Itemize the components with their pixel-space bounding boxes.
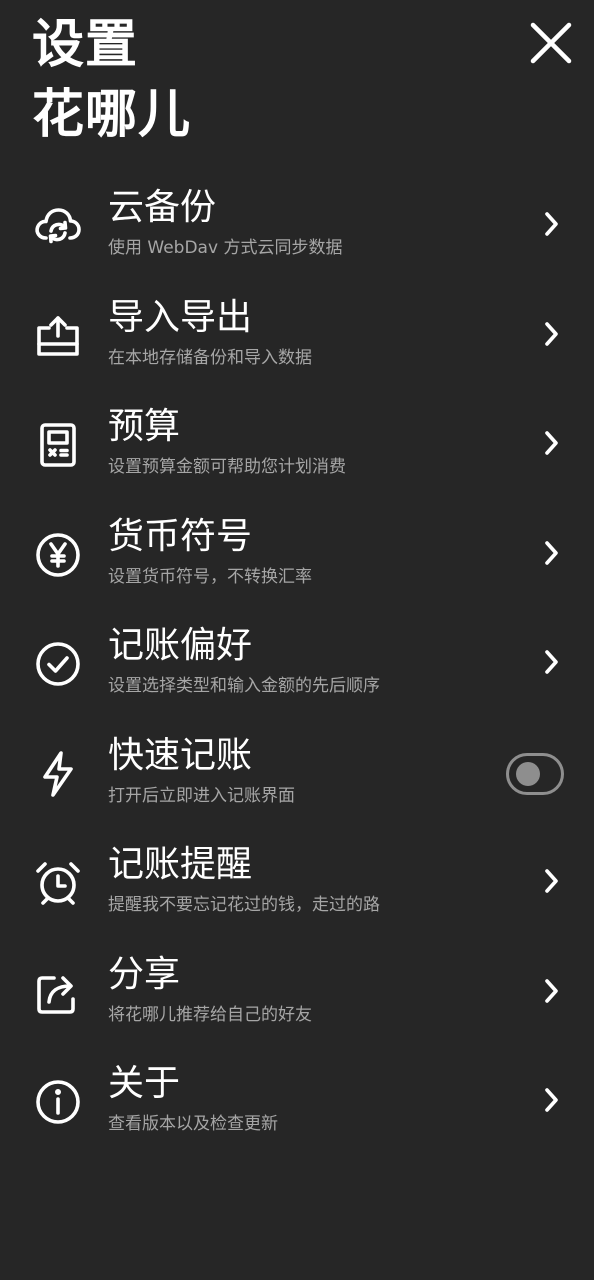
page-title: 设置 <box>32 15 139 75</box>
settings-item-description: 在本地存储备份和导入数据 <box>108 347 312 368</box>
settings-item-label: 货币符号 <box>108 515 253 557</box>
check-circle-icon <box>34 640 82 688</box>
page-header: 设置 花哪儿 <box>32 10 191 150</box>
settings-item-bookkeeping-reminder[interactable]: 记账提醒 提醒我不要忘记花过的钱，走过的路 <box>0 826 594 936</box>
chevron-right-icon <box>540 320 562 348</box>
chevron-right-icon <box>540 539 562 567</box>
settings-item-label: 记账提醒 <box>108 844 253 885</box>
chevron-right-icon <box>540 867 562 895</box>
settings-item-label: 预算 <box>108 406 181 447</box>
tray-upload-icon <box>34 312 82 360</box>
settings-item-share[interactable]: 分享 将花哪儿推荐给自己的好友 <box>0 936 594 1046</box>
alarm-clock-icon <box>34 859 82 907</box>
settings-item-description: 查看版本以及检查更新 <box>108 1114 278 1134</box>
settings-item-cloud-backup[interactable]: 云备份 使用 WebDav 方式云同步数据 <box>0 169 594 279</box>
chevron-right-icon <box>540 210 562 238</box>
settings-item-quick-bookkeeping[interactable]: 快速记账 打开后立即进入记账界面 <box>0 717 594 827</box>
settings-item-budget[interactable]: 预算 设置预算金额可帮助您计划消费 <box>0 388 594 498</box>
chevron-right-icon <box>540 429 562 457</box>
cloud-sync-icon <box>34 202 82 250</box>
settings-item-description: 提醒我不要忘记花过的钱，走过的路 <box>108 895 380 915</box>
settings-item-label: 分享 <box>108 953 181 995</box>
share-icon <box>34 969 82 1017</box>
settings-item-bookkeeping-preference[interactable]: 记账偏好 设置选择类型和输入金额的先后顺序 <box>0 607 594 717</box>
app-name: 花哪儿 <box>32 85 192 145</box>
lightning-icon <box>34 750 82 798</box>
settings-item-label: 快速记账 <box>108 734 253 776</box>
close-icon <box>530 22 572 64</box>
settings-item-description: 设置货币符号，不转换汇率 <box>108 566 312 587</box>
chevron-right-icon <box>540 1086 562 1114</box>
settings-item-description: 将花哪儿推荐给自己的好友 <box>108 1004 312 1025</box>
settings-item-description: 使用 WebDav 方式云同步数据 <box>108 238 343 258</box>
settings-item-description: 打开后立即进入记账界面 <box>108 785 295 806</box>
quick-bookkeeping-toggle[interactable] <box>506 752 564 795</box>
toggle-knob <box>516 761 540 786</box>
settings-item-label: 导入导出 <box>108 296 253 338</box>
close-button[interactable] <box>528 20 574 66</box>
yen-icon <box>34 531 82 579</box>
settings-item-label: 记账偏好 <box>108 625 253 666</box>
chevron-right-icon <box>540 977 562 1005</box>
settings-list: 云备份 使用 WebDav 方式云同步数据 导入导出 在本地存储备份和导入数据 <box>0 169 594 1155</box>
settings-item-label: 关于 <box>108 1063 181 1104</box>
settings-item-label: 云备份 <box>108 187 217 228</box>
calculator-icon <box>34 421 82 469</box>
info-icon <box>34 1078 82 1126</box>
settings-item-description: 设置选择类型和输入金额的先后顺序 <box>108 676 380 696</box>
settings-item-import-export[interactable]: 导入导出 在本地存储备份和导入数据 <box>0 279 594 389</box>
settings-item-about[interactable]: 关于 查看版本以及检查更新 <box>0 1045 594 1155</box>
settings-item-currency-symbol[interactable]: 货币符号 设置货币符号，不转换汇率 <box>0 498 594 608</box>
settings-item-description: 设置预算金额可帮助您计划消费 <box>108 457 346 477</box>
chevron-right-icon <box>540 648 562 676</box>
